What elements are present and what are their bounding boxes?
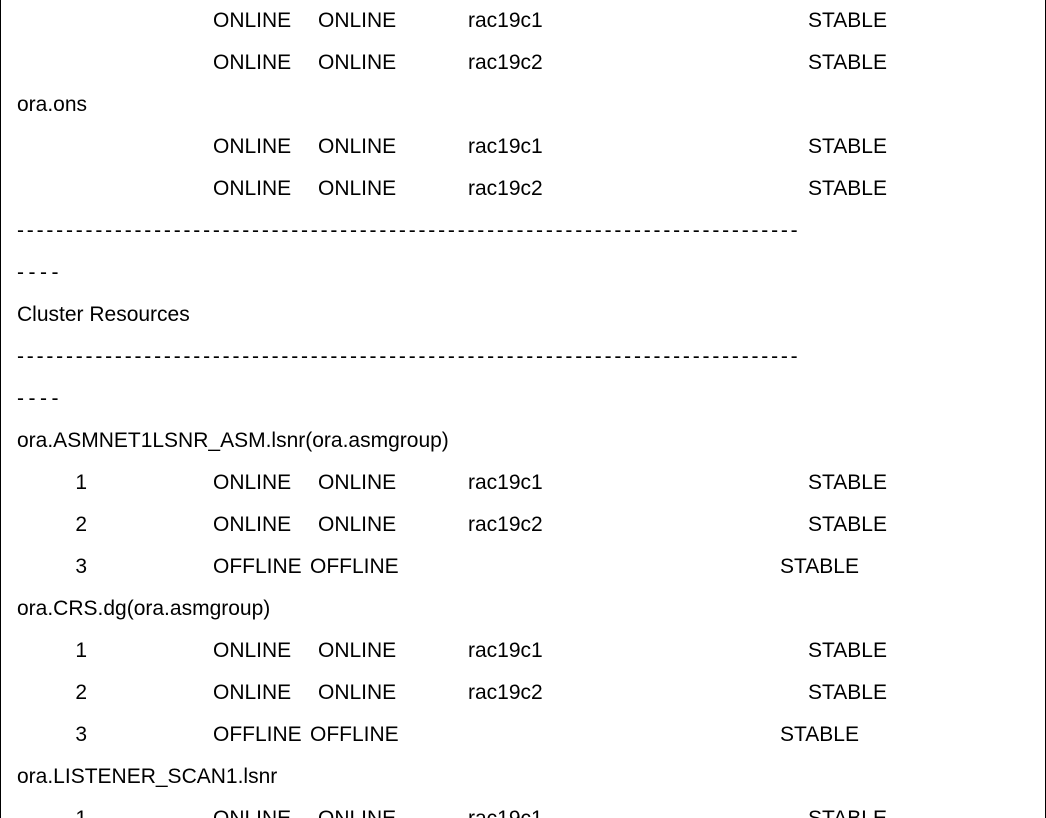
server-col: rac19c1 — [468, 798, 808, 818]
state-col: ONLINE — [318, 126, 468, 168]
target-col: ONLINE — [213, 462, 318, 504]
status-row: 3 OFFLINE OFFLINE STABLE — [17, 714, 1029, 756]
status-row: 1 ONLINE ONLINE rac19c1 STABLE — [17, 630, 1029, 672]
server-col: rac19c2 — [468, 42, 808, 84]
status-row: ONLINE ONLINE rac19c2 STABLE — [17, 42, 1029, 84]
state-col: OFFLINE — [310, 714, 780, 756]
server-col: rac19c1 — [468, 0, 808, 42]
status-row: 2 ONLINE ONLINE rac19c2 STABLE — [17, 672, 1029, 714]
instance-idx: 1 — [17, 630, 135, 672]
state-col: ONLINE — [318, 0, 468, 42]
instance-idx: 3 — [17, 714, 135, 756]
instance-idx: 2 — [17, 504, 135, 546]
server-col: rac19c2 — [468, 168, 808, 210]
details-col: STABLE — [808, 168, 1029, 210]
state-col: ONLINE — [318, 672, 468, 714]
target-col: OFFLINE — [213, 546, 310, 588]
state-col: ONLINE — [318, 168, 468, 210]
target-col: ONLINE — [213, 504, 318, 546]
target-col: OFFLINE — [213, 714, 310, 756]
details-col: STABLE — [808, 126, 1029, 168]
resource-name: ora.ASMNET1LSNR_ASM.lsnr(ora.asmgroup) — [17, 420, 1029, 462]
details-col: STABLE — [808, 0, 1029, 42]
resource-name: ora.ons — [17, 84, 1029, 126]
details-col: STABLE — [808, 504, 1029, 546]
server-col: rac19c2 — [468, 504, 808, 546]
instance-idx: 3 — [17, 546, 135, 588]
status-row: 3 OFFLINE OFFLINE STABLE — [17, 546, 1029, 588]
status-row: 1 ONLINE ONLINE rac19c1 STABLE — [17, 462, 1029, 504]
status-row: ONLINE ONLINE rac19c1 STABLE — [17, 126, 1029, 168]
divider: ----------------------------------------… — [17, 336, 1029, 378]
status-row: ONLINE ONLINE rac19c1 STABLE — [17, 0, 1029, 42]
state-col: ONLINE — [318, 462, 468, 504]
instance-idx: 1 — [17, 798, 135, 818]
divider: ---- — [17, 252, 1029, 294]
details-col: STABLE — [780, 714, 1029, 756]
section-title: Cluster Resources — [17, 294, 1029, 336]
instance-idx: 2 — [17, 672, 135, 714]
target-col: ONLINE — [213, 42, 318, 84]
status-row: 1 ONLINE ONLINE rac19c1 STABLE — [17, 798, 1029, 818]
divider: ---- — [17, 378, 1029, 420]
status-row: ONLINE ONLINE rac19c2 STABLE — [17, 168, 1029, 210]
details-col: STABLE — [808, 630, 1029, 672]
instance-idx: 1 — [17, 462, 135, 504]
divider: ----------------------------------------… — [17, 210, 1029, 252]
state-col: ONLINE — [318, 798, 468, 818]
state-col: ONLINE — [318, 630, 468, 672]
target-col: ONLINE — [213, 0, 318, 42]
details-col: STABLE — [780, 546, 1029, 588]
server-col: rac19c2 — [468, 672, 808, 714]
terminal-output: ONLINE ONLINE rac19c1 STABLE ONLINE ONLI… — [0, 0, 1046, 818]
details-col: STABLE — [808, 672, 1029, 714]
server-col: rac19c1 — [468, 630, 808, 672]
state-col: ONLINE — [318, 504, 468, 546]
details-col: STABLE — [808, 462, 1029, 504]
target-col: ONLINE — [213, 798, 318, 818]
state-col: OFFLINE — [310, 546, 780, 588]
target-col: ONLINE — [213, 672, 318, 714]
server-col: rac19c1 — [468, 462, 808, 504]
resource-name: ora.CRS.dg(ora.asmgroup) — [17, 588, 1029, 630]
target-col: ONLINE — [213, 126, 318, 168]
details-col: STABLE — [808, 42, 1029, 84]
target-col: ONLINE — [213, 630, 318, 672]
status-row: 2 ONLINE ONLINE rac19c2 STABLE — [17, 504, 1029, 546]
resource-name: ora.LISTENER_SCAN1.lsnr — [17, 756, 1029, 798]
target-col: ONLINE — [213, 168, 318, 210]
details-col: STABLE — [808, 798, 1029, 818]
state-col: ONLINE — [318, 42, 468, 84]
server-col: rac19c1 — [468, 126, 808, 168]
